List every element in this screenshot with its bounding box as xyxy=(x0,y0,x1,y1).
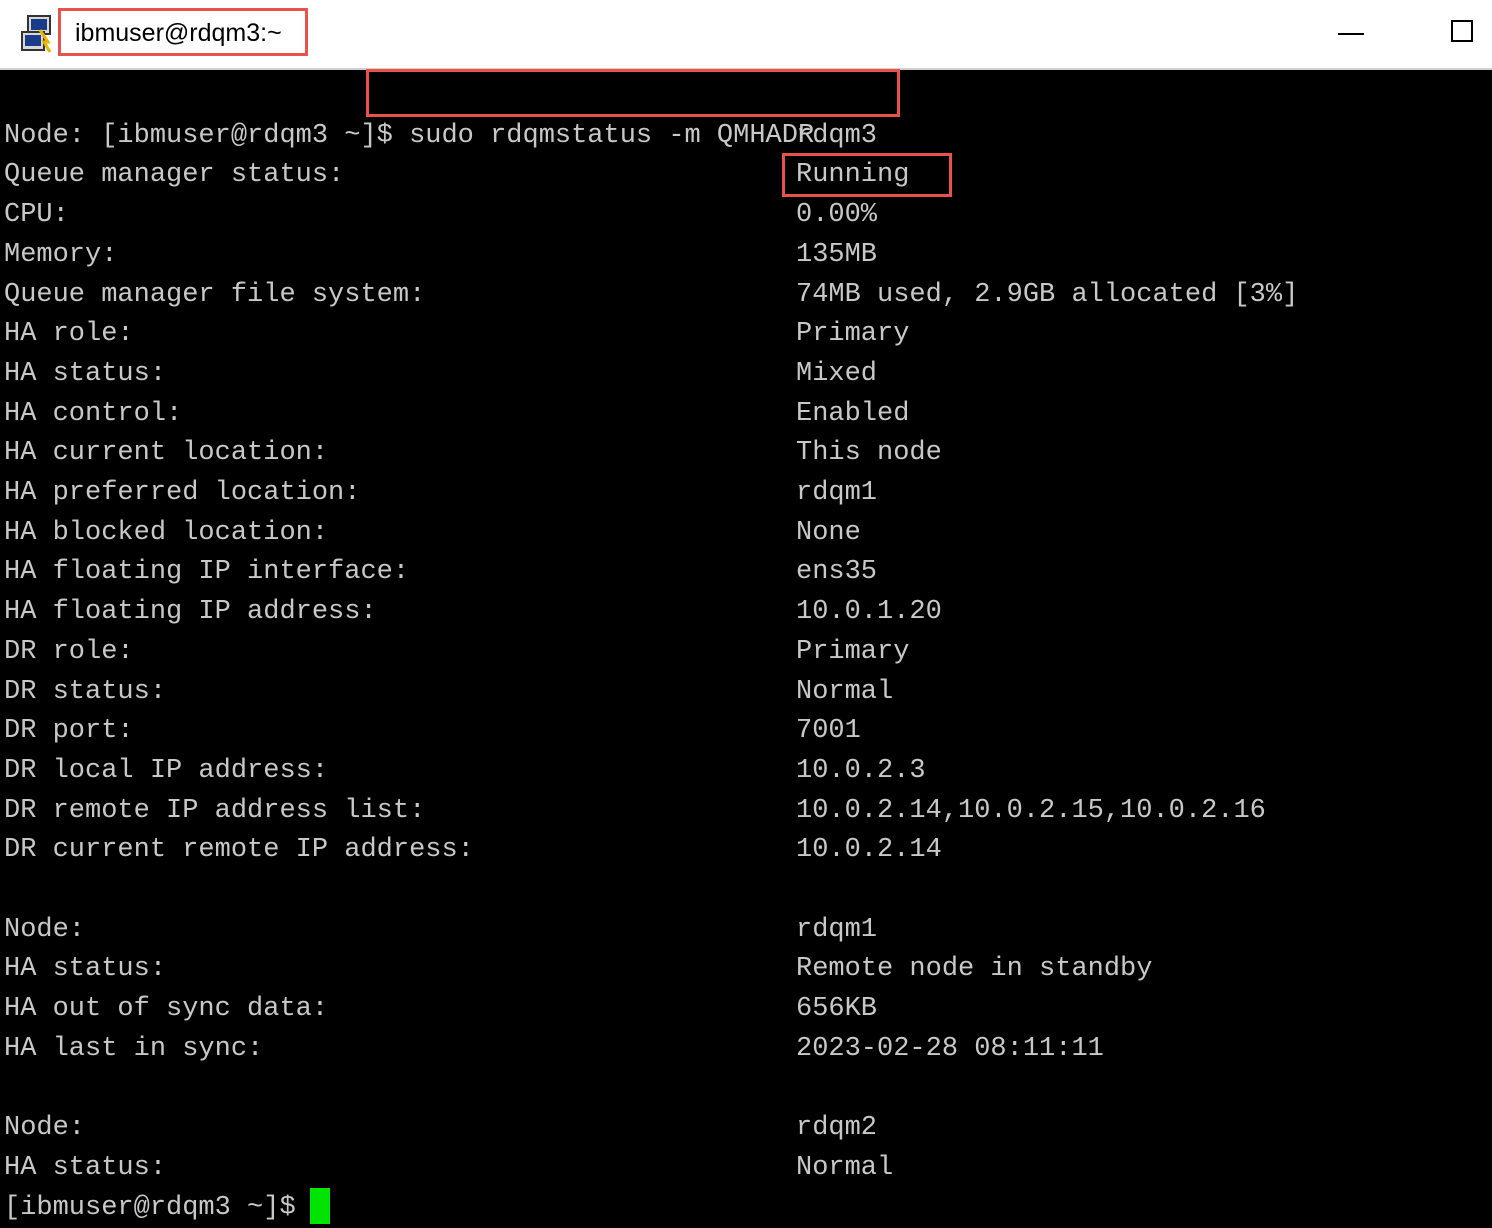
window-title: ibmuser@rdqm3:~ xyxy=(75,19,282,47)
status-value: Normal xyxy=(796,676,894,707)
shell-prompt: [ibmuser@rdqm3 ~]$ xyxy=(4,1192,296,1223)
status-label: HA last in sync: xyxy=(4,1033,264,1064)
status-label: Node: xyxy=(4,914,86,945)
status-label: HA floating IP address: xyxy=(4,597,377,628)
status-label: HA floating IP interface: xyxy=(4,557,410,588)
minimize-button[interactable] xyxy=(1322,10,1378,58)
status-label: HA role: xyxy=(4,319,134,350)
text-cursor xyxy=(309,1188,330,1225)
status-value: 10.0.2.3 xyxy=(796,755,926,786)
status-value: 135MB xyxy=(796,239,878,270)
shell-prompt: [ibmuser@rdqm3 ~]$ xyxy=(101,121,393,151)
command-text: sudo rdqmstatus -m QMHADR xyxy=(409,121,815,151)
status-value: 0.00% xyxy=(796,200,878,231)
status-label: DR port: xyxy=(4,716,134,747)
status-label: HA status: xyxy=(4,1152,167,1183)
status-value: Enabled xyxy=(796,398,910,429)
status-label: Queue manager status: xyxy=(4,160,345,191)
status-value: Primary xyxy=(796,319,910,350)
status-value: ens35 xyxy=(796,557,878,588)
status-label: DR local IP address: xyxy=(4,755,329,786)
status-value: Running xyxy=(796,160,910,191)
status-label: Queue manager file system: xyxy=(4,279,426,310)
terminal-window: ibmuser@rdqm3:~ [ibmuser@rdqm3 ~]$ sudo … xyxy=(0,0,1492,1225)
status-value: rdqm1 xyxy=(796,478,878,508)
status-value: 7001 xyxy=(796,716,861,747)
command-line: [ibmuser@rdqm3 ~]$ sudo rdqmstatus -m QM… xyxy=(4,76,814,151)
maximize-button[interactable] xyxy=(1436,10,1492,58)
status-value: 2023-02-28 08:11:11 xyxy=(796,1033,1104,1064)
status-label: HA out of sync data: xyxy=(4,994,329,1025)
status-value: 10.0.1.20 xyxy=(796,597,942,628)
status-value: 10.0.2.14,10.0.2.15,10.0.2.16 xyxy=(796,795,1266,826)
status-value: Normal xyxy=(796,1152,894,1183)
status-label: CPU: xyxy=(4,200,69,231)
title-bar: ibmuser@rdqm3:~ xyxy=(0,0,1492,70)
status-value: Primary xyxy=(796,636,910,667)
status-value: 74MB used, 2.9GB allocated [3%] xyxy=(796,279,1299,310)
putty-app-icon[interactable] xyxy=(18,12,58,56)
status-value: rdqm1 xyxy=(796,914,878,945)
status-value: rdqm3 xyxy=(796,120,878,151)
status-label: Memory: xyxy=(4,239,118,270)
status-label: DR status: xyxy=(4,676,167,707)
status-label: DR current remote IP address: xyxy=(4,835,474,866)
status-label: Node: xyxy=(4,1113,86,1144)
terminal-output[interactable]: [ibmuser@rdqm3 ~]$ sudo rdqmstatus -m QM… xyxy=(0,69,1492,1225)
status-label: HA preferred location: xyxy=(4,478,361,508)
status-value: 10.0.2.14 xyxy=(796,835,942,866)
status-label: HA blocked location: xyxy=(4,517,329,548)
status-label: Node: xyxy=(4,120,86,151)
status-value: rdqm2 xyxy=(796,1113,878,1144)
status-label: DR role: xyxy=(4,636,134,667)
status-label: HA control: xyxy=(4,398,183,429)
status-label: HA status: xyxy=(4,954,167,985)
status-label: DR remote IP address list: xyxy=(4,795,426,826)
status-value: Remote node in standby xyxy=(796,954,1153,985)
status-value: None xyxy=(796,517,861,548)
status-value: Mixed xyxy=(796,358,878,389)
title-highlight-box: ibmuser@rdqm3:~ xyxy=(58,8,308,56)
status-value: This node xyxy=(796,438,942,469)
status-label: HA status: xyxy=(4,358,167,389)
status-label: HA current location: xyxy=(4,438,329,469)
status-value: 656KB xyxy=(796,994,878,1025)
